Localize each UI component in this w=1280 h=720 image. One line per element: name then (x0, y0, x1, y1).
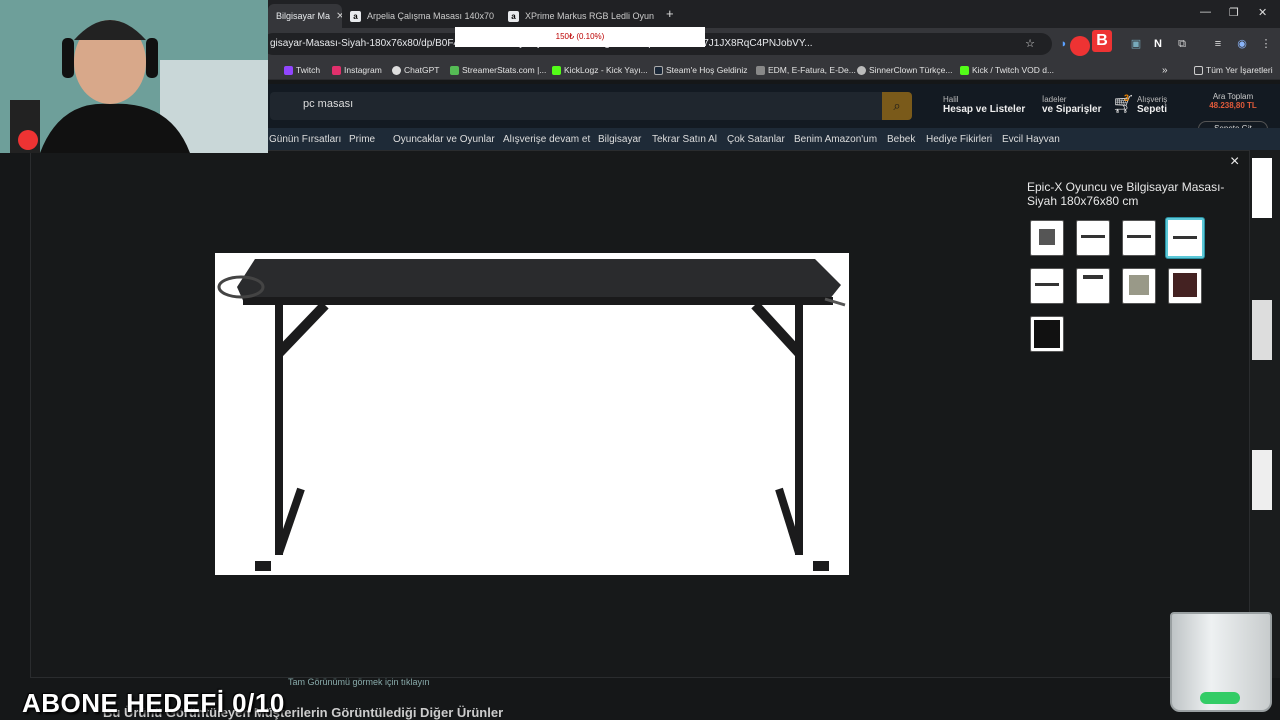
nav-gift-ideas[interactable]: Hediye Fikirleri (926, 134, 992, 145)
nav-buy-again[interactable]: Tekrar Satın Al (652, 134, 717, 145)
tab-active[interactable]: Bilgisayar Ma ✕ (268, 4, 342, 28)
cart-link[interactable]: Alışveriş Sepeti (1137, 95, 1167, 115)
amazon-icon: a (350, 10, 361, 22)
thumbnail-7[interactable] (1122, 268, 1156, 304)
bookmarks-folder[interactable]: Tüm Yer İşaretleri (1194, 63, 1273, 77)
tab-title: Arpelia Çalışma Masası 140x70 (367, 11, 495, 21)
nav-prime[interactable]: Prime (349, 134, 375, 145)
thumbnail-9[interactable] (1030, 316, 1064, 352)
thumbnail-8[interactable] (1168, 268, 1202, 304)
nav-my-amazon[interactable]: Benim Amazon'um (794, 134, 877, 145)
bookmark-star-icon[interactable]: ☆ (1022, 36, 1038, 52)
search-query: pc masası (303, 98, 354, 110)
thumbnail-6[interactable] (1076, 268, 1110, 304)
close-icon[interactable]: × (1230, 153, 1239, 171)
donation-banner: 150₺ (0.10%) (455, 27, 705, 47)
search-input[interactable] (270, 92, 910, 120)
minimize-icon[interactable]: — (1200, 6, 1211, 18)
nav-pets[interactable]: Evcil Hayvan (1002, 134, 1060, 145)
twitch-icon (284, 65, 293, 75)
desk-illustration (217, 259, 846, 571)
folder-icon (1194, 65, 1203, 75)
thumbnail-3[interactable] (1122, 220, 1156, 256)
bookmark-edm[interactable]: EDM, E-Fatura, E-De... (756, 63, 856, 77)
bookmark-chatgpt[interactable]: ChatGPT (392, 63, 439, 77)
bookmark-kicklogz[interactable]: KickLogz - Kick Yayı... (552, 63, 648, 77)
webcam-overlay (0, 0, 268, 153)
bookmark-kick-vod[interactable]: Kick / Twitch VOD d... (960, 63, 1054, 77)
chart-icon (450, 65, 459, 75)
kick-icon (552, 65, 561, 75)
cup-widget (1170, 612, 1272, 712)
page-behind-modal (1250, 150, 1280, 678)
account-menu[interactable]: Halil Hesap ve Listeler (943, 95, 1025, 115)
extension-icon[interactable]: ▣ (1128, 36, 1144, 52)
nav-toys[interactable]: Oyuncaklar ve Oyunlar (393, 134, 495, 145)
product-thumb (1252, 450, 1272, 510)
thumbnail-5[interactable] (1030, 268, 1064, 304)
cup-fill (1200, 692, 1240, 704)
product-thumb (1252, 300, 1272, 360)
notion-icon[interactable]: N (1150, 36, 1166, 52)
kick-icon (960, 65, 969, 75)
instagram-icon (332, 65, 341, 75)
thumbnail-2[interactable] (1076, 220, 1110, 256)
media-icon[interactable]: ≡ (1210, 36, 1226, 52)
subscriber-goal: ABONE HEDEFİ 0/10 (22, 688, 285, 718)
tab-title: XPrime Markus RGB Ledli Oyun (525, 11, 655, 21)
globe-icon (756, 65, 765, 75)
product-thumb (1252, 158, 1272, 218)
orders-link[interactable]: İadeler ve Siparişler (1042, 95, 1101, 115)
cart-count: 3 (1124, 93, 1130, 103)
bookmark-streamerstats[interactable]: StreamerStats.com |... (450, 63, 546, 77)
steam-icon (654, 65, 663, 75)
tab-xprime[interactable]: a XPrime Markus RGB Ledli Oyun ✕ (500, 4, 656, 28)
bookmark-steam[interactable]: Steam'e Hoş Geldiniz (654, 63, 747, 77)
new-tab-button[interactable]: + (666, 6, 674, 21)
tab-arpelia[interactable]: a Arpelia Çalışma Masası 140x70 ✕ (342, 4, 498, 28)
nav-continue-shopping[interactable]: Alışverişe devam et (503, 134, 590, 145)
window-close-icon[interactable]: ✕ (1258, 6, 1267, 19)
modal-title: Epic-X Oyuncu ve Bilgisayar Masası-Siyah… (1027, 180, 1225, 208)
nav-deals[interactable]: Günün Fırsatları (269, 134, 341, 145)
thumbnail-4-selected[interactable] (1166, 218, 1204, 258)
product-image[interactable] (215, 253, 849, 575)
subtotal-box: Ara Toplam 48.238,80 TL (1209, 92, 1257, 110)
globe-icon (857, 65, 866, 75)
extension-icon[interactable] (1070, 36, 1090, 56)
search-icon[interactable]: ⌕ (882, 92, 912, 120)
profile-icon[interactable]: ◉ (1234, 36, 1250, 52)
maximize-icon[interactable]: ❐ (1229, 6, 1239, 19)
full-view-link[interactable]: Tam Görünümü görmek için tıklayın (288, 677, 430, 687)
bookmark-instagram[interactable]: Instagram (332, 63, 382, 77)
amazon-icon: a (508, 10, 519, 22)
thumbnail-1[interactable] (1030, 220, 1064, 256)
bookmark-sinnerclown[interactable]: SinnerClown Türkçe... (857, 63, 952, 77)
nav-baby[interactable]: Bebek (887, 134, 915, 145)
extension-b-icon[interactable]: B (1092, 30, 1112, 52)
bookmark-twitch[interactable]: Twitch (284, 63, 320, 77)
nav-computer[interactable]: Bilgisayar (598, 134, 641, 145)
bookmarks-overflow-icon[interactable]: » (1162, 63, 1168, 77)
nav-best-sellers[interactable]: Çok Satanlar (727, 134, 785, 145)
menu-icon[interactable]: ⋮ (1258, 36, 1274, 52)
chatgpt-icon (392, 65, 401, 75)
puzzle-icon[interactable]: ⧉ (1174, 36, 1190, 52)
tab-title: Bilgisayar Ma (276, 11, 331, 21)
streamer-silhouette (0, 0, 268, 153)
